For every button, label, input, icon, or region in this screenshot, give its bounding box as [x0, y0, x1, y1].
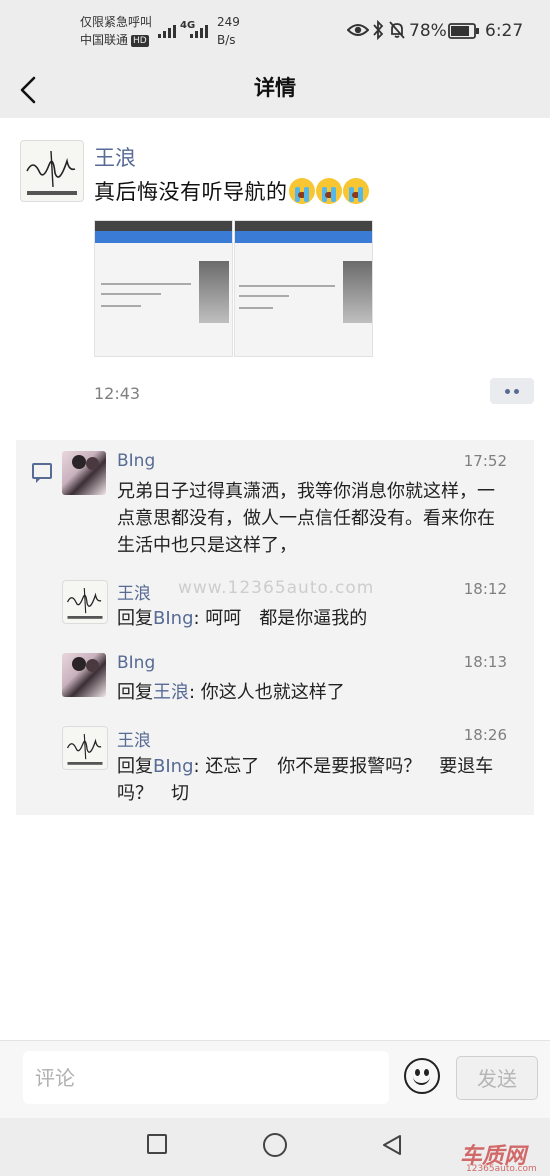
network-speed-unit: B/s — [217, 33, 236, 47]
dot-icon — [514, 388, 519, 394]
page-title: 详情 — [254, 76, 296, 100]
crying-emoji-icon — [315, 178, 342, 204]
reply-content: : 你这人也就这样了 — [189, 682, 345, 703]
signal-icon-1 — [158, 22, 176, 42]
author-avatar[interactable] — [20, 140, 84, 202]
reply-to-name[interactable]: BIng — [153, 756, 194, 777]
emergency-call-text: 仅限紧急呼叫 — [80, 15, 153, 29]
comment-input[interactable] — [23, 1051, 389, 1104]
comment-author-name[interactable]: 王浪 — [117, 579, 151, 604]
home-button[interactable] — [263, 1133, 287, 1157]
eye-icon — [347, 24, 369, 36]
post-text: 真后悔没有听导航的 — [94, 176, 369, 206]
dot-icon — [505, 388, 510, 394]
reply-text[interactable]: 回复BIng: 呵呵 都是你逼我的 — [117, 605, 512, 632]
reply-prefix: 回复 — [117, 682, 153, 703]
crying-emoji-icon — [288, 178, 315, 204]
commenter-avatar[interactable] — [62, 653, 106, 697]
bluetooth-icon — [373, 20, 384, 40]
signal-icon-2 — [190, 22, 208, 42]
reply-prefix: 回复 — [117, 608, 153, 629]
commenter-avatar[interactable] — [62, 580, 108, 624]
more-options-button[interactable] — [490, 378, 534, 404]
post-text-content: 真后悔没有听导航的 — [94, 180, 288, 204]
comment-time: 18:13 — [463, 653, 507, 671]
post-image-1[interactable] — [94, 220, 233, 357]
reply-to-name[interactable]: BIng — [153, 608, 194, 629]
send-button[interactable]: 发送 — [456, 1056, 538, 1100]
signature-avatar-image — [66, 587, 103, 619]
reply-content: : 呵呵 都是你逼我的 — [193, 608, 368, 629]
status-bar: 仅限紧急呼叫 中国联通 HD 4G 249 B/s 78% 6:27 — [0, 0, 550, 62]
site-watermark: www.12365auto.com — [178, 578, 375, 598]
reply-text[interactable]: 回复王浪: 你这人也就这样了 — [117, 679, 512, 706]
reply-to-name[interactable]: 王浪 — [153, 682, 189, 703]
mute-bell-icon — [389, 21, 405, 39]
battery-percent: 78% — [409, 21, 447, 41]
post-author-name[interactable]: 王浪 — [94, 142, 136, 172]
carrier-text: 中国联通 HD — [80, 32, 149, 48]
comment-author-name[interactable]: BIng — [117, 451, 155, 471]
comment-time: 17:52 — [463, 452, 507, 470]
comment-icon — [32, 463, 52, 483]
signature-avatar-image — [26, 150, 77, 195]
nav-back-button[interactable] — [380, 1133, 404, 1157]
crying-emoji-icon — [342, 178, 369, 204]
hd-badge: HD — [131, 34, 149, 47]
reply-prefix: 回复 — [117, 756, 153, 777]
comment-text[interactable]: 兄弟日子过得真潇洒，我等你消息你就这样，一点意思都没有，做人一点信任都没有。看来… — [117, 478, 512, 559]
logo-watermark-url: 12365auto.com — [466, 1164, 537, 1174]
post-image-2[interactable] — [234, 220, 373, 357]
commenter-avatar[interactable] — [62, 451, 106, 495]
comment-author-name[interactable]: BIng — [117, 653, 155, 673]
comment-author-name[interactable]: 王浪 — [117, 726, 151, 751]
clock: 6:27 — [485, 21, 524, 41]
commenter-avatar[interactable] — [62, 726, 108, 770]
reply-text[interactable]: 回复BIng: 还忘了 你不是要报警吗？ 要退车吗？ 切 — [117, 753, 517, 807]
comment-time: 18:12 — [463, 580, 507, 598]
battery-icon — [448, 23, 479, 39]
network-speed-value: 249 — [217, 15, 240, 29]
post-time: 12:43 — [94, 384, 141, 403]
comment-time: 18:26 — [463, 726, 507, 744]
carrier-name: 中国联通 — [80, 33, 129, 47]
emoji-button[interactable] — [404, 1058, 440, 1094]
recent-apps-button[interactable] — [147, 1134, 167, 1154]
signature-avatar-image — [66, 733, 103, 765]
header-bar: 详情 — [0, 62, 550, 118]
